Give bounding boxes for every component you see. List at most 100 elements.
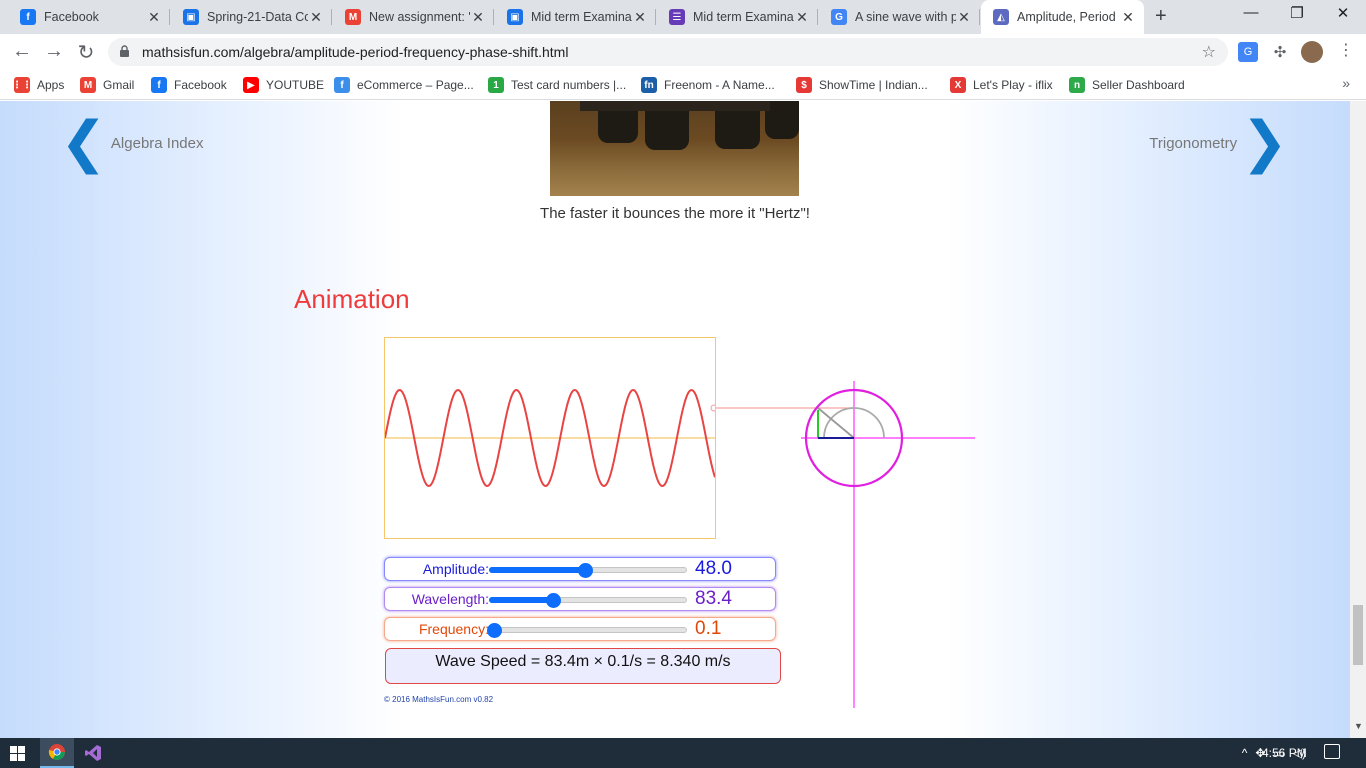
tray-chevron-icon[interactable]: ^ [1242,746,1248,760]
page-scrollbar[interactable]: ▼ [1350,101,1366,738]
bookmark-label: Test card numbers |... [511,78,627,92]
chrome-menu-icon[interactable]: ⋮ [1338,40,1354,60]
frequency-control: Frequency: 0.1 [384,617,776,641]
tab-title: Mid term Examina [531,10,632,24]
photo-caption: The faster it bounces the more it "Hertz… [540,205,810,222]
trigonometry-link[interactable]: Trigonometry ❯ [1149,115,1288,171]
browser-tab[interactable]: ◭ Amplitude, Period ✕ [981,0,1144,34]
animation-heading: Animation [294,284,410,314]
showtime-icon: $ [796,77,812,93]
wavelength-slider[interactable] [489,593,687,608]
bookmark-item[interactable]: 1 Test card numbers |... [488,77,626,93]
forward-arrow-icon[interactable]: → [42,40,66,63]
wavelength-slider-thumb[interactable] [546,593,562,608]
google-forms-icon: ☰ [669,9,685,25]
bookmark-label: Seller Dashboard [1092,78,1185,92]
wavelength-value: 83.4 [695,588,732,609]
bookmark-label: Facebook [174,78,227,92]
notification-icon[interactable] [1324,744,1340,759]
bookmark-star-icon[interactable]: ☆ [1202,42,1216,62]
tab-title: New assignment: ' [369,10,470,24]
close-tab-icon[interactable]: ✕ [1120,9,1136,26]
close-tab-icon[interactable]: ✕ [470,9,486,26]
wave-speed-output[interactable]: Wave Speed = 83.4m × 0.1/s = 8.340 m/s [385,648,781,684]
url-text: mathsisfun.com/algebra/amplitude-period-… [142,44,569,60]
restore-button[interactable]: ❐ [1274,4,1320,22]
facebook-icon: f [20,9,36,25]
google-classroom-icon: ▣ [507,9,523,25]
close-tab-icon[interactable]: ✕ [146,9,162,26]
wavelength-control: Wavelength: 83.4 [384,587,776,611]
back-arrow-icon[interactable]: ← [10,40,34,63]
youtube-icon: ▶ [243,77,259,93]
bookmark-label: Gmail [103,78,135,92]
bookmark-item[interactable]: f Facebook [151,77,227,93]
browser-tab[interactable]: ▣ Mid term Examina ✕ [495,0,656,34]
frequency-value: 0.1 [695,618,722,639]
bookmarks-bar: ⋮⋮ Apps M Gmail f Facebook ▶ YOUTUBE f eCommerce … [0,70,1366,100]
frequency-slider[interactable] [486,623,687,638]
copyright-text: © 2016 MathsIsFun.com v0.82 [384,695,494,704]
bookmark-item[interactable]: fn Freenom - A Name... [641,77,775,93]
close-window-button[interactable]: ✕ [1320,4,1366,22]
bookmark-label: YOUTUBE [266,78,325,92]
prev-link-label: Algebra Index [110,134,204,152]
close-tab-icon[interactable]: ✕ [308,9,324,26]
amplitude-slider[interactable] [489,563,687,578]
google-translate-icon[interactable]: G [1238,42,1258,62]
address-bar[interactable]: mathsisfun.com/algebra/amplitude-period-… [108,38,1228,66]
browser-tab[interactable]: ▣ Spring-21-Data Co ✕ [171,0,332,34]
amplitude-slider-thumb[interactable] [578,563,594,578]
scrollbar-thumb[interactable] [1353,605,1363,665]
ecommerce-icon: f [334,77,350,93]
tab-title: Facebook [44,10,99,24]
test-card-icon: 1 [488,77,504,93]
frequency-slider-thumb[interactable] [486,623,502,638]
tab-title: Spring-21-Data Co [207,10,308,24]
visual-studio-taskbar-icon[interactable] [76,738,110,768]
taskbar-clock[interactable]: 4:56 PM [1262,746,1307,760]
bookmark-item[interactable]: X Let's Play - iflix [950,77,1053,93]
bookmarks-overflow-icon[interactable]: » [1342,75,1350,91]
chrome-taskbar-icon[interactable] [40,738,74,768]
bookmark-item[interactable]: ▶ YOUTUBE [243,77,324,93]
gmail-icon: M [345,9,361,25]
bookmark-item[interactable]: $ ShowTime | Indian... [796,77,928,93]
iflix-icon: X [950,77,966,93]
algebra-index-link[interactable]: ❮ Algebra Index [60,115,204,171]
frequency-label: Frequency: [418,621,489,637]
facebook-icon: f [151,77,167,93]
amplitude-value: 48.0 [695,558,732,579]
close-tab-icon[interactable]: ✕ [956,9,972,26]
profile-avatar[interactable] [1301,41,1323,63]
bookmark-item[interactable]: f eCommerce – Page... [334,77,474,93]
browser-tab[interactable]: ☰ Mid term Examina ✕ [657,0,818,34]
mathsisfun-icon: ◭ [993,9,1009,25]
google-icon: G [831,9,847,25]
browser-tab[interactable]: M New assignment: ' ✕ [333,0,494,34]
extensions-puzzle-icon[interactable]: ✣ [1270,42,1290,62]
sine-wave-plot [384,388,718,488]
reload-icon[interactable]: ↻ [74,40,98,65]
close-tab-icon[interactable]: ✕ [632,9,648,26]
atv-bouncing-photo [550,101,799,196]
bookmark-item[interactable]: M Gmail [80,77,134,93]
bookmark-label: Let's Play - iflix [973,78,1053,92]
tab-title: Amplitude, Period [1017,10,1116,24]
seller-dashboard-icon: n [1069,77,1085,93]
next-link-label: Trigonometry [1149,134,1238,152]
tab-title: A sine wave with p [855,10,956,24]
windows-start-icon[interactable] [10,746,25,761]
windows-taskbar: ^ ✥ ▭ ◁) 4:56 PM [0,738,1366,768]
minimize-button[interactable]: — [1228,4,1274,21]
tab-strip: f Facebook ✕ ▣ Spring-21-Data Co ✕ M New assign… [0,0,1366,34]
tab-title: Mid term Examina [693,10,794,24]
browser-tab[interactable]: G A sine wave with p ✕ [819,0,980,34]
browser-toolbar: ← → ↻ mathsisfun.com/algebra/amplitude-p… [0,34,1366,70]
new-tab-button[interactable]: + [1155,5,1167,28]
browser-tab[interactable]: f Facebook ✕ [8,0,170,34]
scroll-down-arrow-icon[interactable]: ▼ [1354,721,1363,731]
bookmark-item[interactable]: n Seller Dashboard [1069,77,1185,93]
bookmark-item[interactable]: ⋮⋮ Apps [12,77,64,93]
close-tab-icon[interactable]: ✕ [794,9,810,26]
